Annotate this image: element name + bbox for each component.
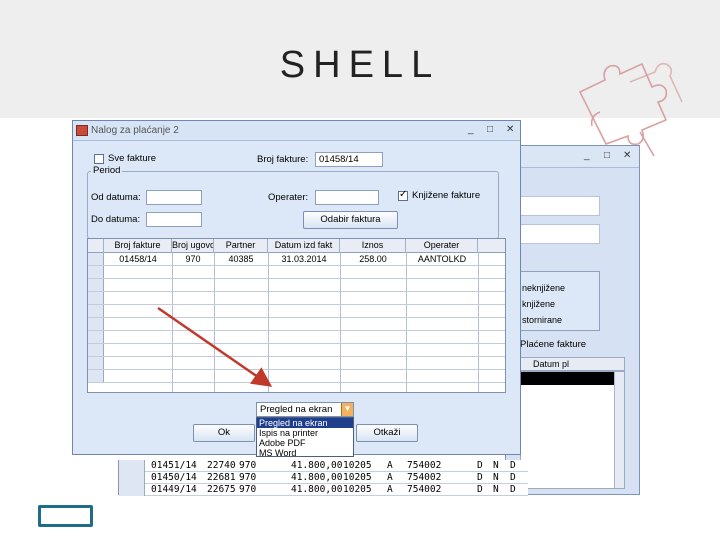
logo-mark [38, 505, 93, 527]
background-window-titlebar: _ □ ✕ [506, 146, 639, 168]
output-dropdown-list: Pregled na ekran Ispis na printer Adobe … [256, 417, 354, 458]
table-row[interactable]: 01450/14 22681 970 41.800,00 10205 A 754… [119, 472, 528, 484]
payment-order-dialog: Nalog za plaćanje 2 _ □ ✕ Sve fakture Br… [72, 120, 521, 458]
maximize-button[interactable]: □ [487, 124, 493, 135]
dialog-title: Nalog za plaćanje 2 [91, 125, 179, 136]
app-icon [76, 125, 88, 136]
table-row[interactable]: 01458/14 970 40385 31.03.2014 258.00 AAN… [88, 253, 505, 266]
column-header[interactable]: Broj fakture [104, 239, 172, 253]
table-row[interactable] [88, 331, 505, 344]
do-datuma-label: Do datuma: [91, 214, 141, 225]
chevron-down-icon[interactable]: ▼ [341, 403, 353, 416]
broj-fakture-label: Broj fakture: [257, 154, 309, 165]
table-row[interactable] [88, 344, 505, 357]
option-knjizene[interactable]: knjižene [522, 299, 555, 309]
otkazi-button[interactable]: Otkaži [356, 424, 418, 442]
output-select-value: Pregled na ekran [260, 404, 333, 415]
background-field[interactable] [520, 224, 600, 244]
odabir-faktura-button[interactable]: Odabir faktura [303, 211, 398, 229]
sve-fakture-label: Sve fakture [108, 153, 157, 164]
background-window: _ □ ✕ neknjižene knjižene stornirane Pla… [505, 145, 640, 495]
background-grid-header: Datum pl [520, 357, 625, 371]
column-header[interactable]: Broj ugovora [172, 239, 214, 253]
output-select[interactable]: Pregled na ekran ▼ [256, 402, 354, 417]
invoice-grid: Broj fakture Broj ugovora Partner Datum … [87, 238, 506, 393]
column-header[interactable]: Partner [214, 239, 268, 253]
table-row[interactable] [88, 279, 505, 292]
maximize-button[interactable]: □ [604, 150, 610, 161]
slide: SHELL _ □ ✕ neknjižene knjižene stornira… [0, 0, 720, 540]
period-label: Period [91, 165, 123, 176]
do-datuma-input[interactable] [146, 212, 202, 227]
table-row[interactable] [88, 292, 505, 305]
knjizene-fakture-checkbox[interactable] [398, 189, 408, 201]
column-header[interactable]: Operater [406, 239, 478, 253]
table-row[interactable] [88, 318, 505, 331]
column-header[interactable]: Datum izd fakt [268, 239, 340, 253]
column-header[interactable]: Datum pl [533, 359, 569, 369]
operater-input[interactable] [315, 190, 379, 205]
od-datuma-label: Od datuma: [91, 192, 141, 203]
option-adobe-pdf[interactable]: Adobe PDF [257, 438, 353, 448]
period-group [87, 171, 499, 239]
section-label: Plaćene fakture [520, 339, 587, 350]
broj-fakture-input[interactable]: 01458/14 [315, 152, 383, 167]
sve-fakture-checkbox[interactable] [94, 154, 104, 164]
option-ms-word[interactable]: MS Word [257, 448, 353, 458]
dialog-titlebar: Nalog za plaćanje 2 _ □ ✕ [73, 121, 520, 141]
table-row[interactable] [88, 370, 505, 383]
close-button[interactable]: ✕ [506, 124, 514, 135]
grid-header: Broj fakture Broj ugovora Partner Datum … [88, 239, 505, 253]
option-ispis-na-printer[interactable]: Ispis na printer [257, 428, 353, 438]
option-stornirane[interactable]: stornirane [522, 315, 562, 325]
knjizene-fakture-label: Knjižene fakture [412, 190, 481, 201]
selected-row[interactable] [521, 372, 624, 385]
operater-label: Operater: [268, 192, 309, 203]
minimize-button[interactable]: _ [468, 124, 474, 135]
table-row[interactable]: 01451/14 22740 970 41.800,00 10205 A 754… [119, 460, 528, 472]
table-row[interactable] [88, 266, 505, 279]
background-field[interactable] [520, 196, 600, 216]
ok-button[interactable]: Ok [193, 424, 255, 442]
scrollbar[interactable] [614, 372, 624, 488]
table-row[interactable] [88, 305, 505, 318]
close-button[interactable]: ✕ [623, 150, 631, 161]
table-row[interactable]: 01449/14 22675 970 41.800,00 10205 A 754… [119, 484, 528, 496]
minimize-button[interactable]: _ [584, 150, 590, 161]
column-header[interactable]: Iznos [340, 239, 406, 253]
background-grid [520, 371, 625, 489]
background-table: 01451/14 22740 970 41.800,00 10205 A 754… [118, 460, 528, 496]
option-pregled-na-ekran[interactable]: Pregled na ekran [257, 418, 353, 428]
option-neknjizene[interactable]: neknjižene [522, 283, 565, 293]
table-row[interactable] [88, 357, 505, 370]
od-datuma-input[interactable] [146, 190, 202, 205]
